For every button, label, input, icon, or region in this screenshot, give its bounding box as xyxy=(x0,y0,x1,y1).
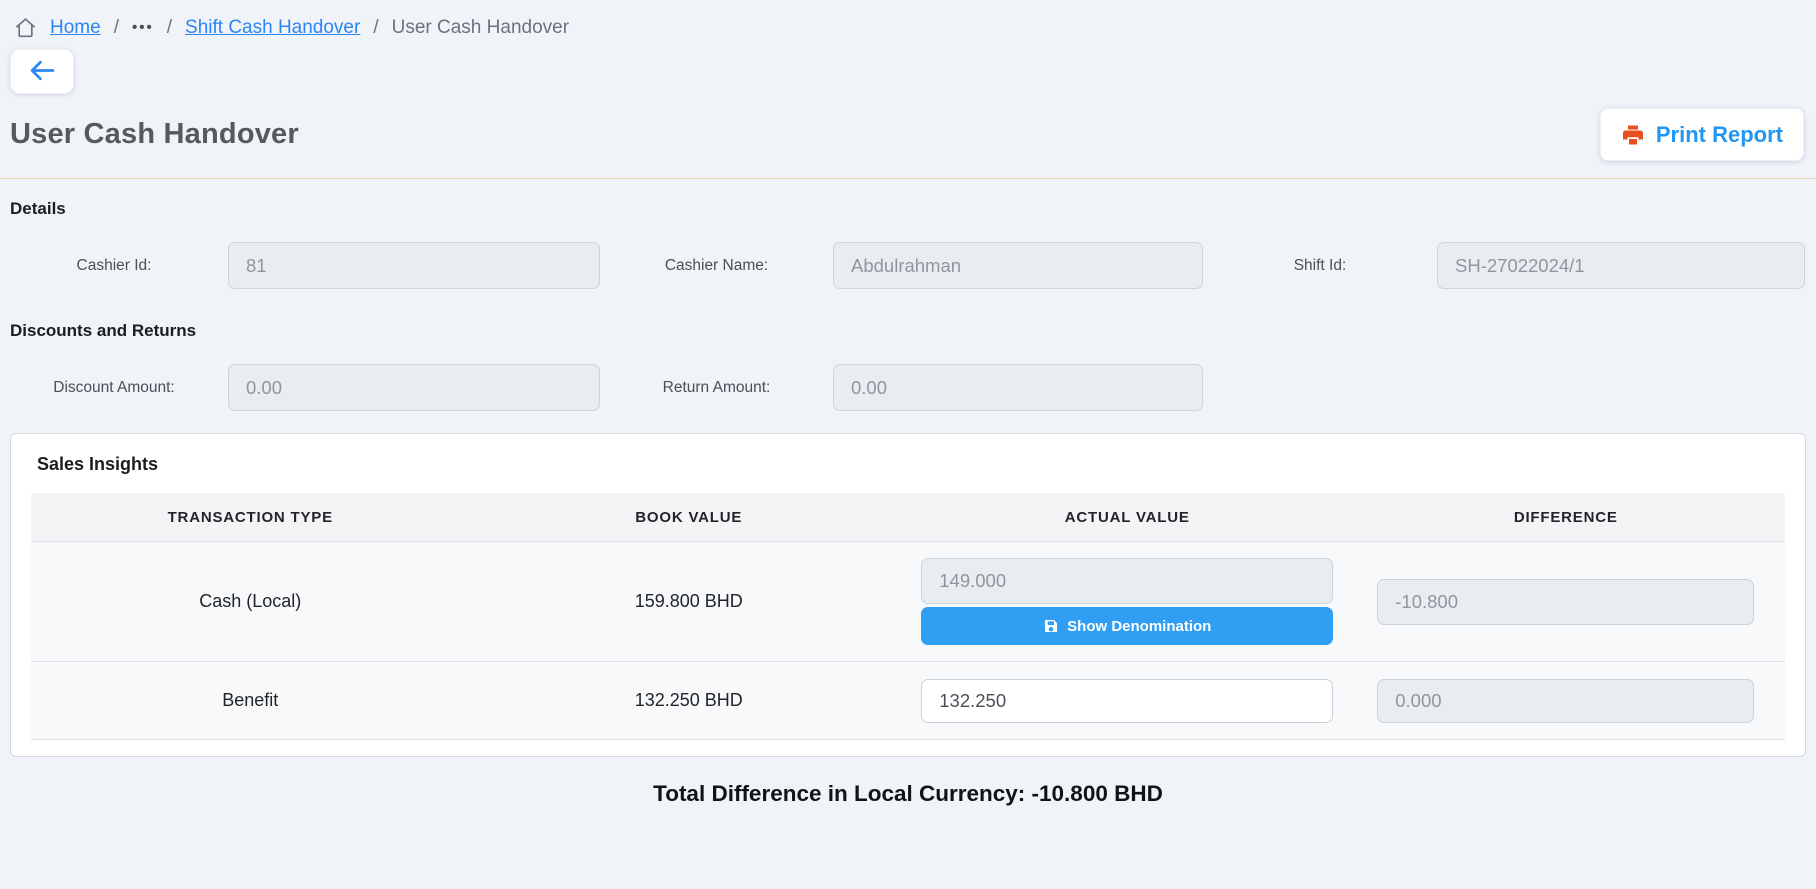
print-report-button[interactable]: Print Report xyxy=(1599,108,1804,161)
details-section-title: Details xyxy=(10,199,66,218)
breadcrumb-separator: / xyxy=(113,16,119,38)
table-row-cash-local: Cash (Local) 159.800 BHD Show Denominati… xyxy=(31,542,1785,662)
breadcrumb-ellipsis[interactable]: ••• xyxy=(132,19,154,36)
printer-icon xyxy=(1621,123,1645,147)
page-title: User Cash Handover xyxy=(10,118,299,150)
return-amount-label: Return Amount: xyxy=(662,378,771,396)
table-row-benefit: Benefit 132.250 BHD xyxy=(31,662,1785,740)
actual-value-cell xyxy=(921,678,1334,723)
user-cash-handover-page: Home / ••• / Shift Cash Handover / User … xyxy=(0,0,1816,889)
benefit-actual-value-input[interactable] xyxy=(921,678,1334,723)
orange-divider xyxy=(0,178,1816,179)
show-denomination-label: Show Denomination xyxy=(1067,617,1212,635)
discount-amount-label: Discount Amount: xyxy=(53,378,175,396)
cashier-id-label: Cashier Id: xyxy=(76,256,152,274)
column-actual-value: Actual Value xyxy=(1064,508,1190,526)
difference-cell xyxy=(1377,678,1755,723)
cash-actual-value-field xyxy=(921,558,1334,604)
discounts-field-row: Discount Amount: Return Amount: xyxy=(0,364,1816,411)
benefit-difference-field xyxy=(1377,678,1755,723)
sales-insights-table: Transaction Type Book Value Actual Value… xyxy=(31,493,1785,740)
show-denomination-button[interactable]: Show Denomination xyxy=(921,607,1334,645)
column-difference: Difference xyxy=(1513,508,1618,526)
column-transaction-type: Transaction Type xyxy=(167,508,333,526)
difference-cell xyxy=(1377,578,1755,625)
discounts-section-title: Discounts and Returns xyxy=(10,321,197,340)
breadcrumb-separator: / xyxy=(166,16,173,38)
home-icon[interactable] xyxy=(14,16,37,39)
cashier-name-label: Cashier Name: xyxy=(664,256,769,274)
shift-id-field xyxy=(1437,242,1805,289)
breadcrumb-separator: / xyxy=(373,16,379,38)
breadcrumb-current-page: User Cash Handover xyxy=(391,16,570,38)
save-icon xyxy=(1043,618,1059,634)
title-row: User Cash Handover Print Report xyxy=(0,94,1816,161)
print-report-label: Print Report xyxy=(1655,121,1783,147)
transaction-type-cell: Benefit xyxy=(222,690,279,710)
transaction-type-cell: Cash (Local) xyxy=(199,591,302,611)
column-book-value: Book Value xyxy=(635,508,743,526)
back-button[interactable] xyxy=(10,49,74,94)
book-value-cell: 159.800 BHD xyxy=(634,591,743,611)
total-difference-text: Total Difference in Local Currency: -10.… xyxy=(653,781,1163,806)
sales-insights-title: Sales Insights xyxy=(37,454,159,474)
discount-amount-field xyxy=(228,364,600,411)
cash-difference-field xyxy=(1377,578,1755,625)
details-field-row: Cashier Id: Cashier Name: Shift Id: xyxy=(0,242,1816,289)
shift-id-label: Shift Id: xyxy=(1293,256,1347,274)
sales-insights-card: Sales Insights Transaction Type Book Val… xyxy=(10,433,1806,757)
arrow-left-icon xyxy=(29,59,56,85)
cashier-name-field xyxy=(833,242,1203,289)
breadcrumb-link-home[interactable]: Home xyxy=(50,17,101,39)
breadcrumb: Home / ••• / Shift Cash Handover / User … xyxy=(0,0,1816,39)
table-header-row: Transaction Type Book Value Actual Value… xyxy=(31,493,1785,542)
actual-value-cell: Show Denomination xyxy=(921,558,1334,645)
cashier-id-field xyxy=(228,242,600,289)
book-value-cell: 132.250 BHD xyxy=(634,690,743,710)
breadcrumb-link-shift-cash-handover[interactable]: Shift Cash Handover xyxy=(185,17,360,39)
return-amount-field xyxy=(833,364,1203,411)
